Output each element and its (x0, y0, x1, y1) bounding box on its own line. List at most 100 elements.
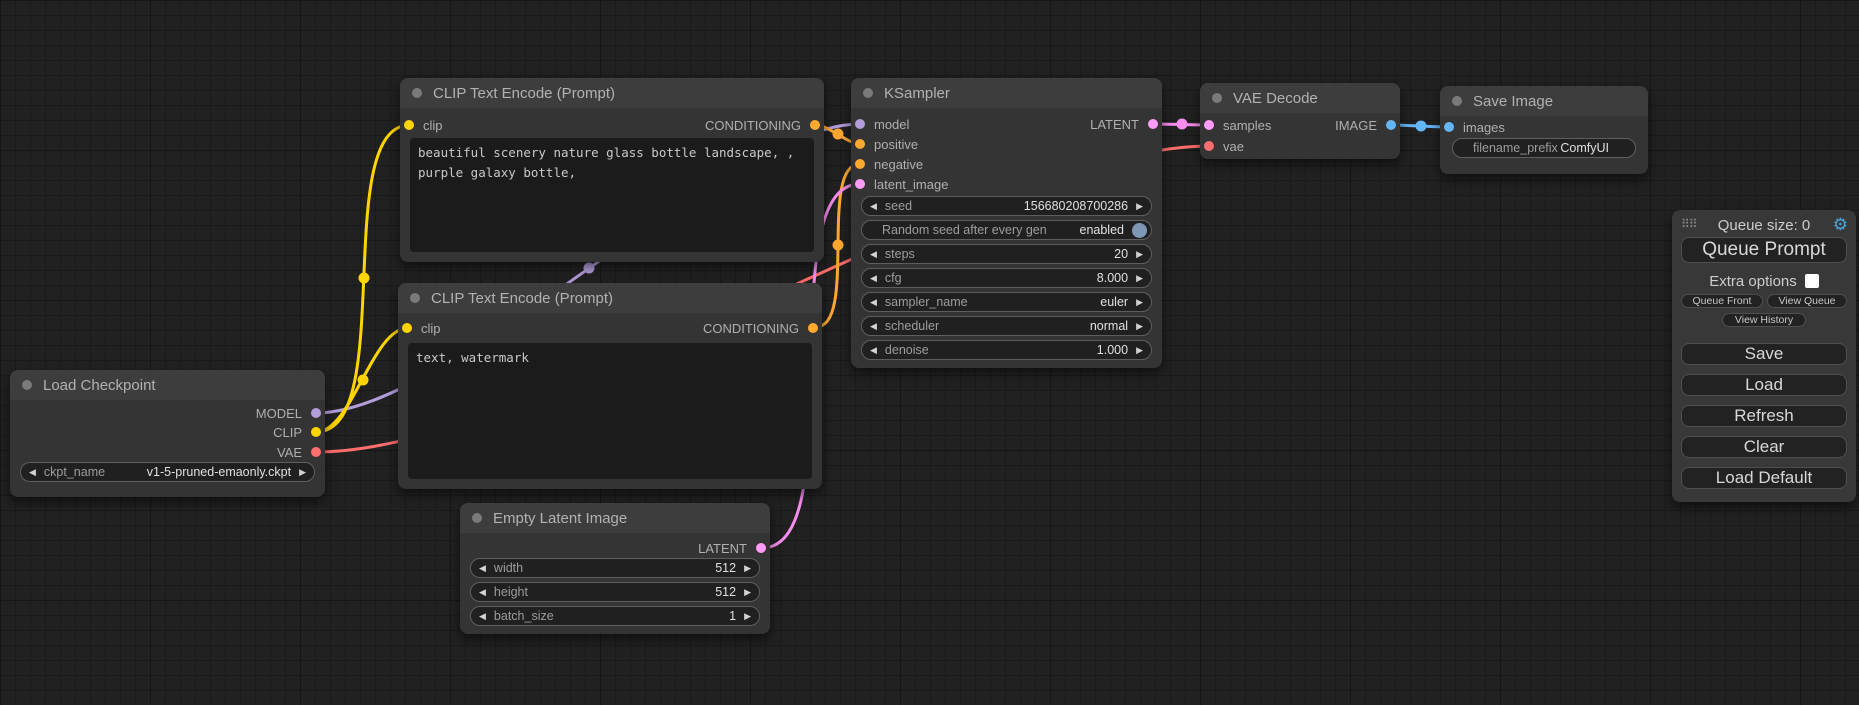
increment-arrow-icon[interactable]: ▶ (1136, 250, 1143, 259)
link-dot[interactable] (358, 375, 369, 386)
queue-front-button[interactable]: Queue Front (1681, 294, 1763, 308)
port-clip-icon[interactable] (311, 427, 321, 437)
port-latent-icon[interactable] (855, 179, 865, 189)
node-clip-text-encode-positive[interactable]: CLIP Text Encode (Prompt) clip CONDITION… (400, 78, 824, 262)
output-slot-latent[interactable]: LATENT (698, 539, 766, 557)
port-conditioning-icon[interactable] (855, 159, 865, 169)
toggle-knob[interactable] (1132, 223, 1147, 238)
node-ksampler[interactable]: KSampler model positive negative latent_… (851, 78, 1162, 368)
height-widget[interactable]: ◀ height 512 ▶ (470, 582, 760, 602)
load-default-button[interactable]: Load Default (1681, 467, 1847, 489)
input-slot-positive[interactable]: positive (855, 135, 918, 153)
cfg-widget[interactable]: ◀ cfg 8.000 ▶ (861, 268, 1152, 288)
port-vae-icon[interactable] (311, 447, 321, 457)
decrement-arrow-icon[interactable]: ◀ (870, 322, 877, 331)
port-conditioning-icon[interactable] (810, 120, 820, 130)
node-empty-latent-image[interactable]: Empty Latent Image LATENT ◀ width 512 ▶ … (460, 503, 770, 634)
increment-arrow-icon[interactable]: ▶ (744, 612, 751, 621)
node-title-bar[interactable]: Load Checkpoint (10, 370, 325, 400)
node-title-bar[interactable]: Save Image (1440, 86, 1648, 116)
decrement-arrow-icon[interactable]: ◀ (479, 564, 486, 573)
decrement-arrow-icon[interactable]: ◀ (870, 298, 877, 307)
increment-arrow-icon[interactable]: ▶ (1136, 346, 1143, 355)
ckpt-name-widget[interactable]: ◀ ckpt_name v1-5-pruned-emaonly.ckpt ▶ (20, 462, 315, 482)
input-slot-clip[interactable]: clip (404, 116, 443, 134)
port-latent-icon[interactable] (1148, 119, 1158, 129)
queue-prompt-button[interactable]: Queue Prompt (1681, 237, 1847, 263)
width-widget[interactable]: ◀ width 512 ▶ (470, 558, 760, 578)
link-dot[interactable] (833, 129, 844, 140)
view-queue-button[interactable]: View Queue (1767, 294, 1847, 308)
port-vae-icon[interactable] (1204, 141, 1214, 151)
extra-options-checkbox[interactable] (1805, 274, 1819, 288)
output-slot-image[interactable]: IMAGE (1335, 116, 1396, 134)
input-slot-samples[interactable]: samples (1204, 116, 1271, 134)
node-title-bar[interactable]: Empty Latent Image (460, 503, 770, 533)
node-save-image[interactable]: Save Image images filename_prefix ComfyU… (1440, 86, 1648, 174)
decrement-arrow-icon[interactable]: ◀ (870, 346, 877, 355)
prompt-textarea[interactable]: beautiful scenery nature glass bottle la… (410, 138, 814, 252)
decrement-arrow-icon[interactable]: ◀ (479, 588, 486, 597)
sampler-name-widget[interactable]: ◀ sampler_name euler ▶ (861, 292, 1152, 312)
output-slot-latent[interactable]: LATENT (1090, 115, 1158, 133)
steps-widget[interactable]: ◀ steps 20 ▶ (861, 244, 1152, 264)
node-vae-decode[interactable]: VAE Decode samples vae IMAGE (1200, 83, 1400, 159)
input-slot-negative[interactable]: negative (855, 155, 923, 173)
input-slot-model[interactable]: model (855, 115, 909, 133)
filename-prefix-widget[interactable]: filename_prefix ComfyUI (1452, 138, 1636, 158)
clear-button[interactable]: Clear (1681, 436, 1847, 458)
seed-widget[interactable]: ◀ seed 156680208700286 ▶ (861, 196, 1152, 216)
output-slot-model[interactable]: MODEL (256, 404, 321, 422)
increment-arrow-icon[interactable]: ▶ (744, 564, 751, 573)
output-slot-conditioning[interactable]: CONDITIONING (705, 116, 820, 134)
port-model-icon[interactable] (311, 408, 321, 418)
input-slot-latent-image[interactable]: latent_image (855, 175, 948, 193)
node-load-checkpoint[interactable]: Load Checkpoint MODEL CLIP VAE ◀ ckpt_na… (10, 370, 325, 497)
output-slot-vae[interactable]: VAE (277, 443, 321, 461)
decrement-arrow-icon[interactable]: ◀ (29, 468, 36, 477)
port-image-icon[interactable] (1444, 122, 1454, 132)
prompt-textarea[interactable]: text, watermark (408, 343, 812, 479)
decrement-arrow-icon[interactable]: ◀ (870, 250, 877, 259)
increment-arrow-icon[interactable]: ▶ (299, 468, 306, 477)
port-latent-icon[interactable] (756, 543, 766, 553)
port-conditioning-icon[interactable] (855, 139, 865, 149)
increment-arrow-icon[interactable]: ▶ (1136, 274, 1143, 283)
decrement-arrow-icon[interactable]: ◀ (870, 202, 877, 211)
increment-arrow-icon[interactable]: ▶ (744, 588, 751, 597)
view-history-button[interactable]: View History (1722, 313, 1806, 327)
port-latent-icon[interactable] (1204, 120, 1214, 130)
output-slot-clip[interactable]: CLIP (273, 423, 321, 441)
node-title-bar[interactable]: CLIP Text Encode (Prompt) (400, 78, 824, 108)
scheduler-widget[interactable]: ◀ scheduler normal ▶ (861, 316, 1152, 336)
denoise-widget[interactable]: ◀ denoise 1.000 ▶ (861, 340, 1152, 360)
decrement-arrow-icon[interactable]: ◀ (870, 274, 877, 283)
decrement-arrow-icon[interactable]: ◀ (479, 612, 486, 621)
random-seed-toggle-widget[interactable]: Random seed after every gen enabled (861, 220, 1152, 240)
save-button[interactable]: Save (1681, 343, 1847, 365)
port-conditioning-icon[interactable] (808, 323, 818, 333)
link-dot[interactable] (584, 263, 595, 274)
node-title-bar[interactable]: KSampler (851, 78, 1162, 108)
port-image-icon[interactable] (1386, 120, 1396, 130)
refresh-button[interactable]: Refresh (1681, 405, 1847, 427)
link-dot[interactable] (833, 240, 844, 251)
gear-icon[interactable]: ⚙ (1833, 215, 1848, 235)
node-title-bar[interactable]: CLIP Text Encode (Prompt) (398, 283, 822, 313)
link-dot[interactable] (1416, 121, 1427, 132)
load-button[interactable]: Load (1681, 374, 1847, 396)
node-clip-text-encode-negative[interactable]: CLIP Text Encode (Prompt) clip CONDITION… (398, 283, 822, 489)
increment-arrow-icon[interactable]: ▶ (1136, 202, 1143, 211)
input-slot-images[interactable]: images (1444, 118, 1505, 136)
port-model-icon[interactable] (855, 119, 865, 129)
output-slot-conditioning[interactable]: CONDITIONING (703, 319, 818, 337)
input-slot-vae[interactable]: vae (1204, 137, 1244, 155)
batch-size-widget[interactable]: ◀ batch_size 1 ▶ (470, 606, 760, 626)
link-dot[interactable] (1177, 119, 1188, 130)
port-clip-icon[interactable] (404, 120, 414, 130)
link-dot[interactable] (359, 273, 370, 284)
input-slot-clip[interactable]: clip (402, 319, 441, 337)
node-graph-canvas[interactable]: Load Checkpoint MODEL CLIP VAE ◀ ckpt_na… (0, 0, 1859, 705)
increment-arrow-icon[interactable]: ▶ (1136, 322, 1143, 331)
node-title-bar[interactable]: VAE Decode (1200, 83, 1400, 113)
